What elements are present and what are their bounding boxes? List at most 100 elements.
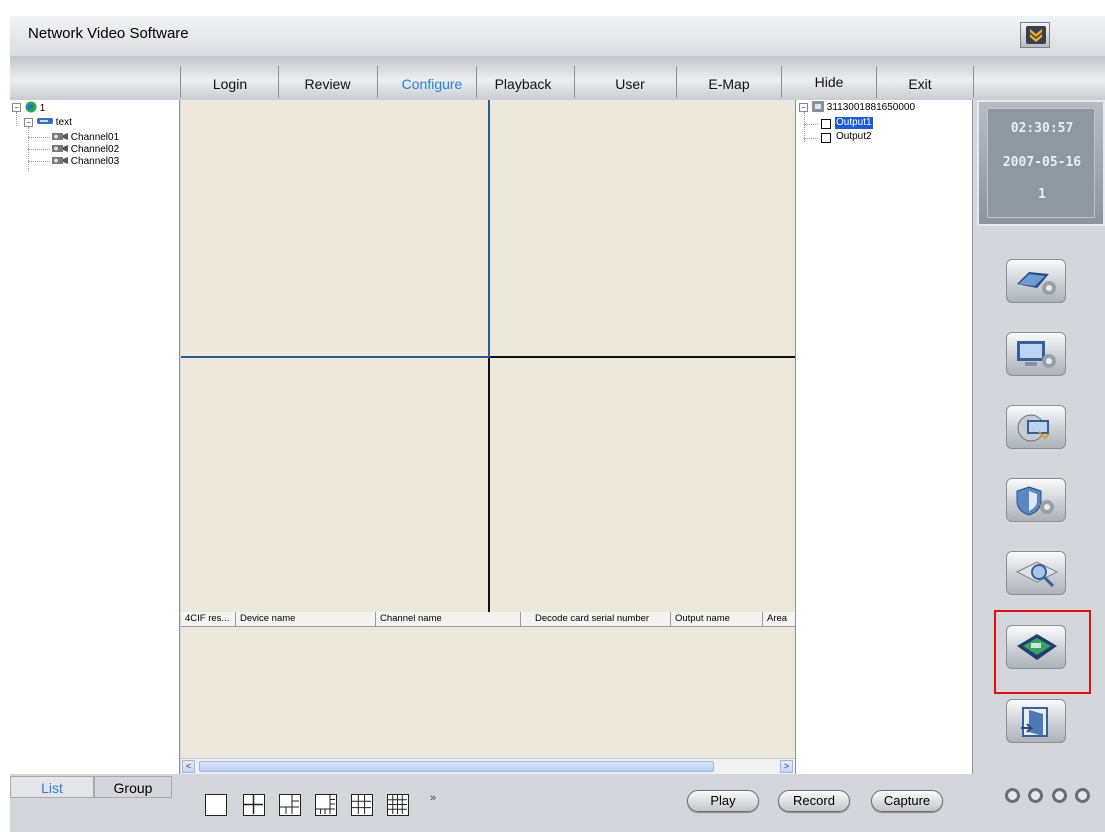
output2-checkbox[interactable] [821,133,831,143]
tree-collapse-toggle[interactable]: − [12,103,21,112]
exit-door-icon [1021,707,1048,737]
tree-channel-node[interactable]: Channel02 [52,143,119,155]
layout-2x2-button[interactable] [243,794,265,816]
video-window[interactable] [181,100,488,356]
tab-list[interactable]: List [10,776,94,798]
video-window[interactable] [490,358,795,612]
tree-device-label: text [55,117,72,128]
double-chevron-down-icon [1026,26,1046,44]
scroll-right-button[interactable]: > [780,760,793,773]
device-config-icon [1017,272,1056,295]
monitor-config-button[interactable] [1006,332,1066,376]
menu-review[interactable]: Review [295,76,360,98]
collapse-button[interactable] [1020,22,1050,48]
clock-panel: 02:30:57 2007-05-16 1 [977,100,1105,226]
bottom-toolbar: List Group » Play Record Capture [10,774,1105,832]
table-header: 4CIF res... Device name Channel name Dec… [181,612,795,627]
column-header[interactable]: 4CIF res... [181,612,236,627]
tree-device-node[interactable]: text [37,116,72,128]
exit-button[interactable] [1006,699,1066,743]
menu-separator [476,66,477,98]
video-window[interactable] [181,358,488,612]
menu-separator [973,66,974,98]
network-config-icon [1017,414,1050,442]
layout-6-button[interactable] [279,794,301,816]
eight-window-icon [316,795,335,814]
title-bar: Network Video Software [10,16,1105,56]
menu-separator [180,66,181,98]
column-header[interactable]: Area [763,612,795,627]
round-button-2[interactable] [1028,788,1043,803]
tree-channel-node[interactable]: Channel01 [52,131,119,143]
round-button-1[interactable] [1005,788,1020,803]
highlight-box [994,610,1091,694]
single-window-icon [206,795,225,814]
menu-separator [574,66,575,98]
main-menu-bar: Login Review Configure Playback User E-M… [10,56,1105,100]
tree-channel-label: Channel02 [70,144,120,155]
device-tree: − 1 − text Channel01 Channel02 Channel03 [10,100,180,774]
horizontal-scrollbar[interactable]: < > [181,758,795,774]
app-title: Network Video Software [28,25,189,42]
layout-1x1-button[interactable] [205,794,227,816]
column-header[interactable]: Device name [236,612,376,627]
record-button[interactable]: Record [778,790,850,812]
output2-label[interactable]: Output2 [836,131,872,143]
menu-separator [278,66,279,98]
menu-user[interactable]: User [600,76,660,98]
network-config-button[interactable] [1006,405,1066,449]
search-config-button[interactable] [1006,551,1066,595]
camera-icon [52,133,68,140]
device-config-button[interactable] [1006,259,1066,303]
tree-collapse-toggle[interactable]: − [799,103,808,112]
menu-hide[interactable]: Hide [799,74,859,96]
layout-3x3-button[interactable] [351,794,373,816]
decoder-node[interactable]: 3113001881650000 [812,101,915,113]
menu-separator [377,66,378,98]
nine-window-icon [352,795,371,814]
output1-label[interactable]: Output1 [835,117,873,129]
decoder-card-icon [812,101,824,112]
more-layouts-button[interactable]: » [430,792,436,804]
menu-playback[interactable]: Playback [483,76,563,98]
column-header[interactable]: Output name [671,612,763,627]
menu-separator [876,66,877,98]
tree-root-label: 1 [39,103,46,114]
menu-exit[interactable]: Exit [890,76,950,98]
clock-day: 1 [1038,187,1046,202]
play-button[interactable]: Play [687,790,759,812]
dvr-device-icon [37,118,53,124]
output1-checkbox[interactable] [821,119,831,129]
layout-4x4-button[interactable] [387,794,409,816]
tree-channel-node[interactable]: Channel03 [52,155,119,167]
video-window[interactable] [490,100,795,356]
column-header[interactable]: Channel name [376,612,521,627]
tree-channel-label: Channel01 [70,132,120,143]
menu-configure[interactable]: Configure [387,76,477,98]
capture-button[interactable]: Capture [871,790,943,812]
tree-root-node[interactable]: 1 [25,101,46,114]
sixteen-window-icon [388,795,407,814]
layout-8-button[interactable] [315,794,337,816]
output-binding-table: 4CIF res... Device name Channel name Dec… [181,612,795,774]
menu-separator [781,66,782,98]
video-preview-grid [181,100,795,612]
column-header[interactable]: Decode card serial number [521,612,671,627]
camera-icon [52,145,68,152]
globe-icon [25,101,37,113]
tab-group[interactable]: Group [94,776,172,798]
tree-collapse-toggle[interactable]: − [24,118,33,127]
clock-date: 2007-05-16 [1002,155,1082,170]
scroll-thumb[interactable] [199,761,714,772]
scroll-left-button[interactable]: < [182,760,195,773]
menu-emap[interactable]: E-Map [694,76,764,98]
round-button-4[interactable] [1075,788,1090,803]
security-config-icon [1016,486,1054,516]
quad-window-icon [244,795,263,814]
security-config-button[interactable] [1006,478,1066,522]
menu-login[interactable]: Login [200,76,260,98]
round-button-3[interactable] [1052,788,1067,803]
search-config-icon [1015,561,1059,588]
tree-channel-label: Channel03 [70,156,120,167]
app-window: Network Video Software Login Review Conf… [10,16,1105,832]
